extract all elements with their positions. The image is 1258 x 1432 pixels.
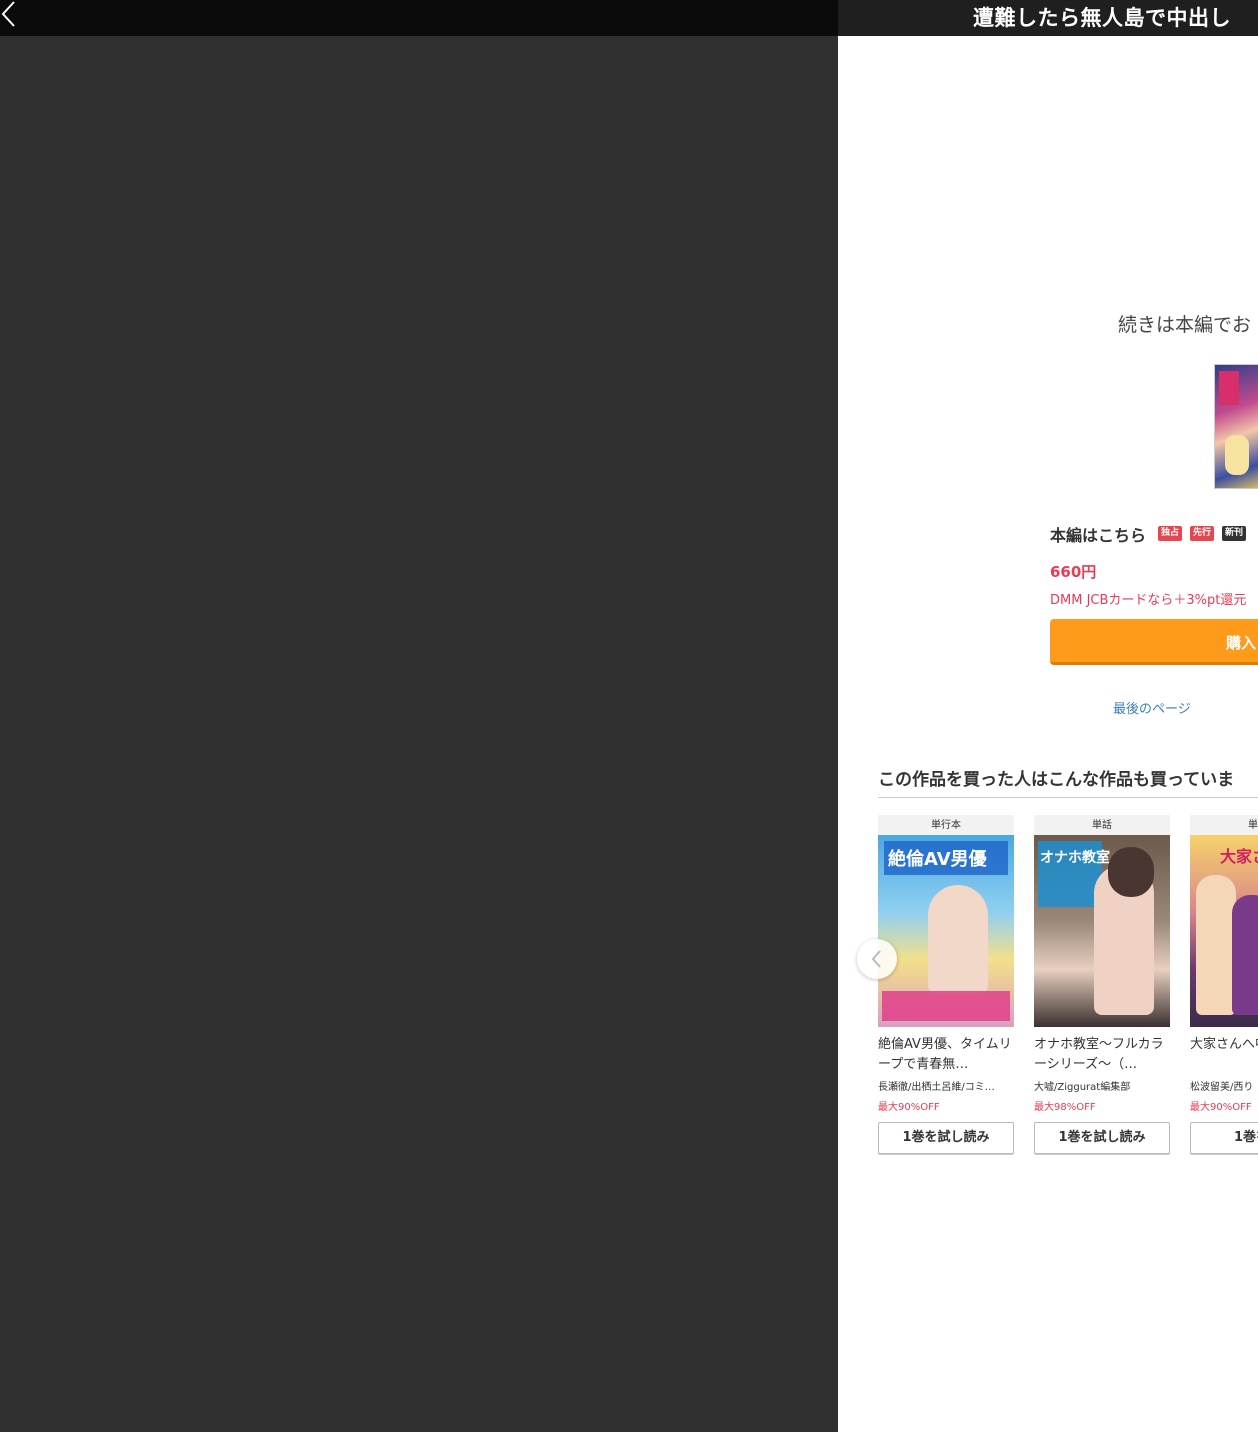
item-format-label: 単行本 [878, 815, 1014, 835]
item-author: 松波留美/西り [1190, 1082, 1254, 1093]
recommendation-item[interactable]: 単行本 絶倫AV男優 絶倫AV男優、タイムリープで青春無… 長瀬徹/出栖土呂維/… [878, 815, 1014, 1154]
product-price: 660円 [1050, 563, 1097, 581]
cover-character-art [1225, 435, 1249, 475]
cover-character-art [1196, 875, 1236, 1015]
page-title: 遭難したら無人島で中出し [973, 6, 1231, 30]
item-title[interactable]: オナホ教室〜フルカラーシリーズ〜（… [1034, 1035, 1170, 1075]
chevron-left-icon [1, 1, 15, 27]
end-of-preview-panel: 遭難したら無人島で中出し 続きは本編でお 本編はこちら 独占 先行 新刊 660… [838, 0, 1258, 1432]
trial-read-button[interactable]: 1巻を試し読み [1034, 1122, 1170, 1154]
item-title[interactable]: 絶倫AV男優、タイムリープで青春無… [878, 1035, 1014, 1075]
cover-title-text: 絶倫AV男優 [888, 849, 987, 870]
item-discount: 最大98%OFF [1034, 1102, 1096, 1113]
item-cover[interactable]: 大家さん [1190, 835, 1258, 1027]
tag-new-release: 新刊 [1222, 526, 1247, 541]
cover-character-art-2 [1232, 895, 1258, 1015]
tag-exclusive: 独占 [1158, 526, 1183, 541]
cover-hair-art [1108, 847, 1154, 897]
item-format-label: 単行 [1190, 815, 1258, 835]
item-author: 大嘘/Ziggurat編集部 [1034, 1082, 1131, 1093]
title-bar: 遭難したら無人島で中出し [838, 0, 1258, 36]
item-discount: 最大90%OFF [1190, 1102, 1252, 1113]
item-cover[interactable]: オナホ教室 [1034, 835, 1170, 1027]
item-title[interactable]: 大家さんへ中出しセッ [1190, 1035, 1258, 1075]
main-product-label: 本編はこちら [1050, 526, 1147, 545]
recommendations-heading: この作品を買った人はこんな作品も買っていま [878, 770, 1235, 790]
reader-viewport[interactable] [0, 36, 838, 1432]
recommendation-item[interactable]: 単行 大家さん 大家さんへ中出しセッ 松波留美/西り 最大90%OFF 1巻を試 [1190, 815, 1258, 1154]
item-format-label: 単話 [1034, 815, 1170, 835]
last-page-link[interactable]: 最後のページ [1113, 698, 1191, 717]
continue-message: 続きは本編でお [1118, 314, 1252, 336]
section-divider [878, 797, 1258, 798]
cover-title-text: 大家さん [1220, 847, 1258, 866]
item-cover[interactable]: 絶倫AV男優 [878, 835, 1014, 1027]
item-discount: 最大90%OFF [878, 1102, 940, 1113]
chevron-left-icon [871, 950, 881, 968]
jcb-point-note: DMM JCBカードなら＋3%pt還元 [1050, 593, 1247, 608]
carousel-prev-button[interactable] [857, 939, 897, 979]
recommendation-item[interactable]: 単話 オナホ教室 オナホ教室〜フルカラーシリーズ〜（… 大嘘/Ziggurat編… [1034, 815, 1170, 1154]
trial-read-button[interactable]: 1巻を試 [1190, 1122, 1258, 1154]
item-author: 長瀬徹/出栖土呂維/コミ… [878, 1082, 995, 1093]
tag-advance: 先行 [1190, 526, 1215, 541]
cover-character-art [928, 885, 988, 995]
buy-button[interactable]: 購入 [1050, 619, 1258, 665]
reader-toolbar [0, 0, 838, 36]
back-button[interactable] [0, 0, 24, 32]
trial-read-button[interactable]: 1巻を試し読み [878, 1122, 1014, 1154]
main-product-cover[interactable] [1214, 364, 1258, 489]
cover-title-art [1219, 371, 1239, 405]
cover-title-text: オナホ教室 [1040, 850, 1110, 866]
buy-button-label: 購入 [1226, 634, 1257, 652]
cover-subtitle-banner [882, 991, 1010, 1021]
